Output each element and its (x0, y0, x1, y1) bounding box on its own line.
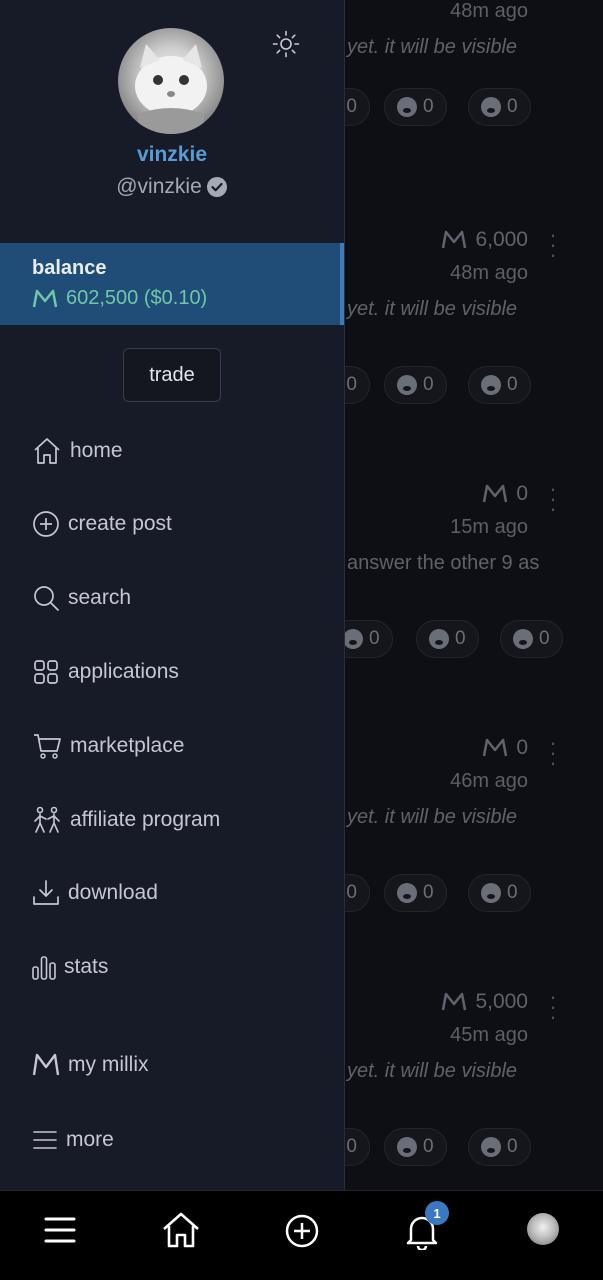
nav-item-download[interactable]: download (32, 879, 158, 907)
surprised-face-icon (397, 97, 417, 117)
more-vertical-icon[interactable]: · · · (548, 478, 558, 520)
verified-badge-icon (206, 177, 227, 197)
bar-chart-icon (32, 956, 56, 980)
menu-icon (33, 1131, 57, 1149)
smile-face-icon (343, 629, 363, 649)
post-time: 48m ago (450, 262, 528, 284)
neutral-face-icon (481, 883, 501, 903)
surprised-face-icon (429, 629, 449, 649)
neutral-face-icon (513, 629, 533, 649)
cat-avatar-image (135, 44, 207, 134)
millix-icon (442, 230, 467, 249)
grid-icon (34, 660, 58, 684)
nav-item-marketplace[interactable]: marketplace (32, 731, 184, 761)
avatar[interactable] (527, 1213, 559, 1245)
nav-item-home[interactable]: home (32, 436, 123, 466)
post-amount: 0 (482, 736, 528, 760)
profile-username[interactable]: vinzkie (0, 143, 344, 167)
reaction-button[interactable]: 0 (468, 1128, 531, 1166)
plus-circle-icon (33, 511, 59, 537)
balance-label: balance (32, 257, 107, 279)
neutral-face-icon (481, 97, 501, 117)
surprised-face-icon (397, 1137, 417, 1157)
home-icon (34, 438, 60, 464)
trade-button[interactable]: trade (123, 348, 221, 402)
post-time: 15m ago (450, 516, 528, 538)
reaction-button[interactable]: 0 (468, 366, 531, 404)
profile-handle: @vinzkie (0, 175, 344, 199)
more-vertical-icon[interactable]: · · · (548, 986, 558, 1028)
surprised-face-icon (397, 883, 417, 903)
post-amount: 5,000 (441, 990, 528, 1014)
reaction-button[interactable]: 0 (500, 620, 563, 658)
post-preview: yet. it will be visible (347, 298, 518, 320)
nav-item-stats[interactable]: stats (32, 953, 108, 981)
reaction-button[interactable]: 0 (384, 366, 447, 404)
reaction-button[interactable]: 0 (468, 88, 531, 126)
nav-item-my-millix[interactable]: my millix (32, 1053, 148, 1077)
reaction-button[interactable]: 0 (468, 874, 531, 912)
bottom-navigation-bar (0, 1190, 603, 1280)
post-time: 48m ago (450, 0, 528, 22)
balance-panel[interactable]: balance 602,500 ($0.10) (0, 243, 344, 325)
post-amount: 0 (482, 482, 528, 506)
post-preview: yet. it will be visible (347, 806, 518, 828)
neutral-face-icon (481, 375, 501, 395)
post-time: 45m ago (450, 1024, 528, 1046)
nav-item-create-post[interactable]: create post (32, 510, 172, 538)
balance-value: 602,500 ($0.10) (32, 287, 207, 310)
post-amount: 6,000 (441, 228, 528, 252)
neutral-face-icon (481, 1137, 501, 1157)
millix-icon (442, 992, 467, 1011)
reaction-button[interactable]: 0 (384, 1128, 447, 1166)
millix-icon (32, 289, 58, 307)
reaction-button[interactable]: 0 (384, 874, 447, 912)
drawer-divider (344, 0, 345, 1190)
post-preview: yet. it will be visible (347, 36, 518, 58)
post-preview: yet. it will be visible (347, 1060, 518, 1082)
profile-avatar[interactable] (118, 28, 224, 134)
millix-icon (32, 1053, 60, 1076)
post-preview: answer the other 9 as (347, 552, 540, 574)
post-time: 46m ago (450, 770, 528, 792)
nav-item-affiliate-program[interactable]: affiliate program (32, 805, 220, 835)
nav-item-search[interactable]: search (32, 584, 131, 612)
plus-circle-icon[interactable] (284, 1213, 320, 1249)
download-icon (33, 880, 59, 905)
side-drawer: vinzkie @vinzkie balance 602,500 ($0.10)… (0, 0, 344, 1190)
millix-icon (483, 484, 508, 503)
cart-icon (34, 734, 61, 759)
home-icon[interactable] (161, 1211, 201, 1249)
more-vertical-icon[interactable]: · · · (548, 732, 558, 774)
sun-icon[interactable] (272, 30, 300, 58)
notification-count-badge: 1 (425, 1201, 449, 1225)
reaction-button[interactable]: 0 (384, 88, 447, 126)
people-icon (34, 806, 60, 833)
millix-icon (483, 738, 508, 757)
surprised-face-icon (397, 375, 417, 395)
menu-icon[interactable] (44, 1215, 76, 1245)
nav-item-applications[interactable]: applications (32, 658, 179, 686)
search-icon (34, 586, 59, 611)
more-vertical-icon[interactable]: · · · (548, 224, 558, 266)
reaction-button[interactable]: 0 (416, 620, 479, 658)
nav-item-more[interactable]: more (32, 1127, 114, 1153)
